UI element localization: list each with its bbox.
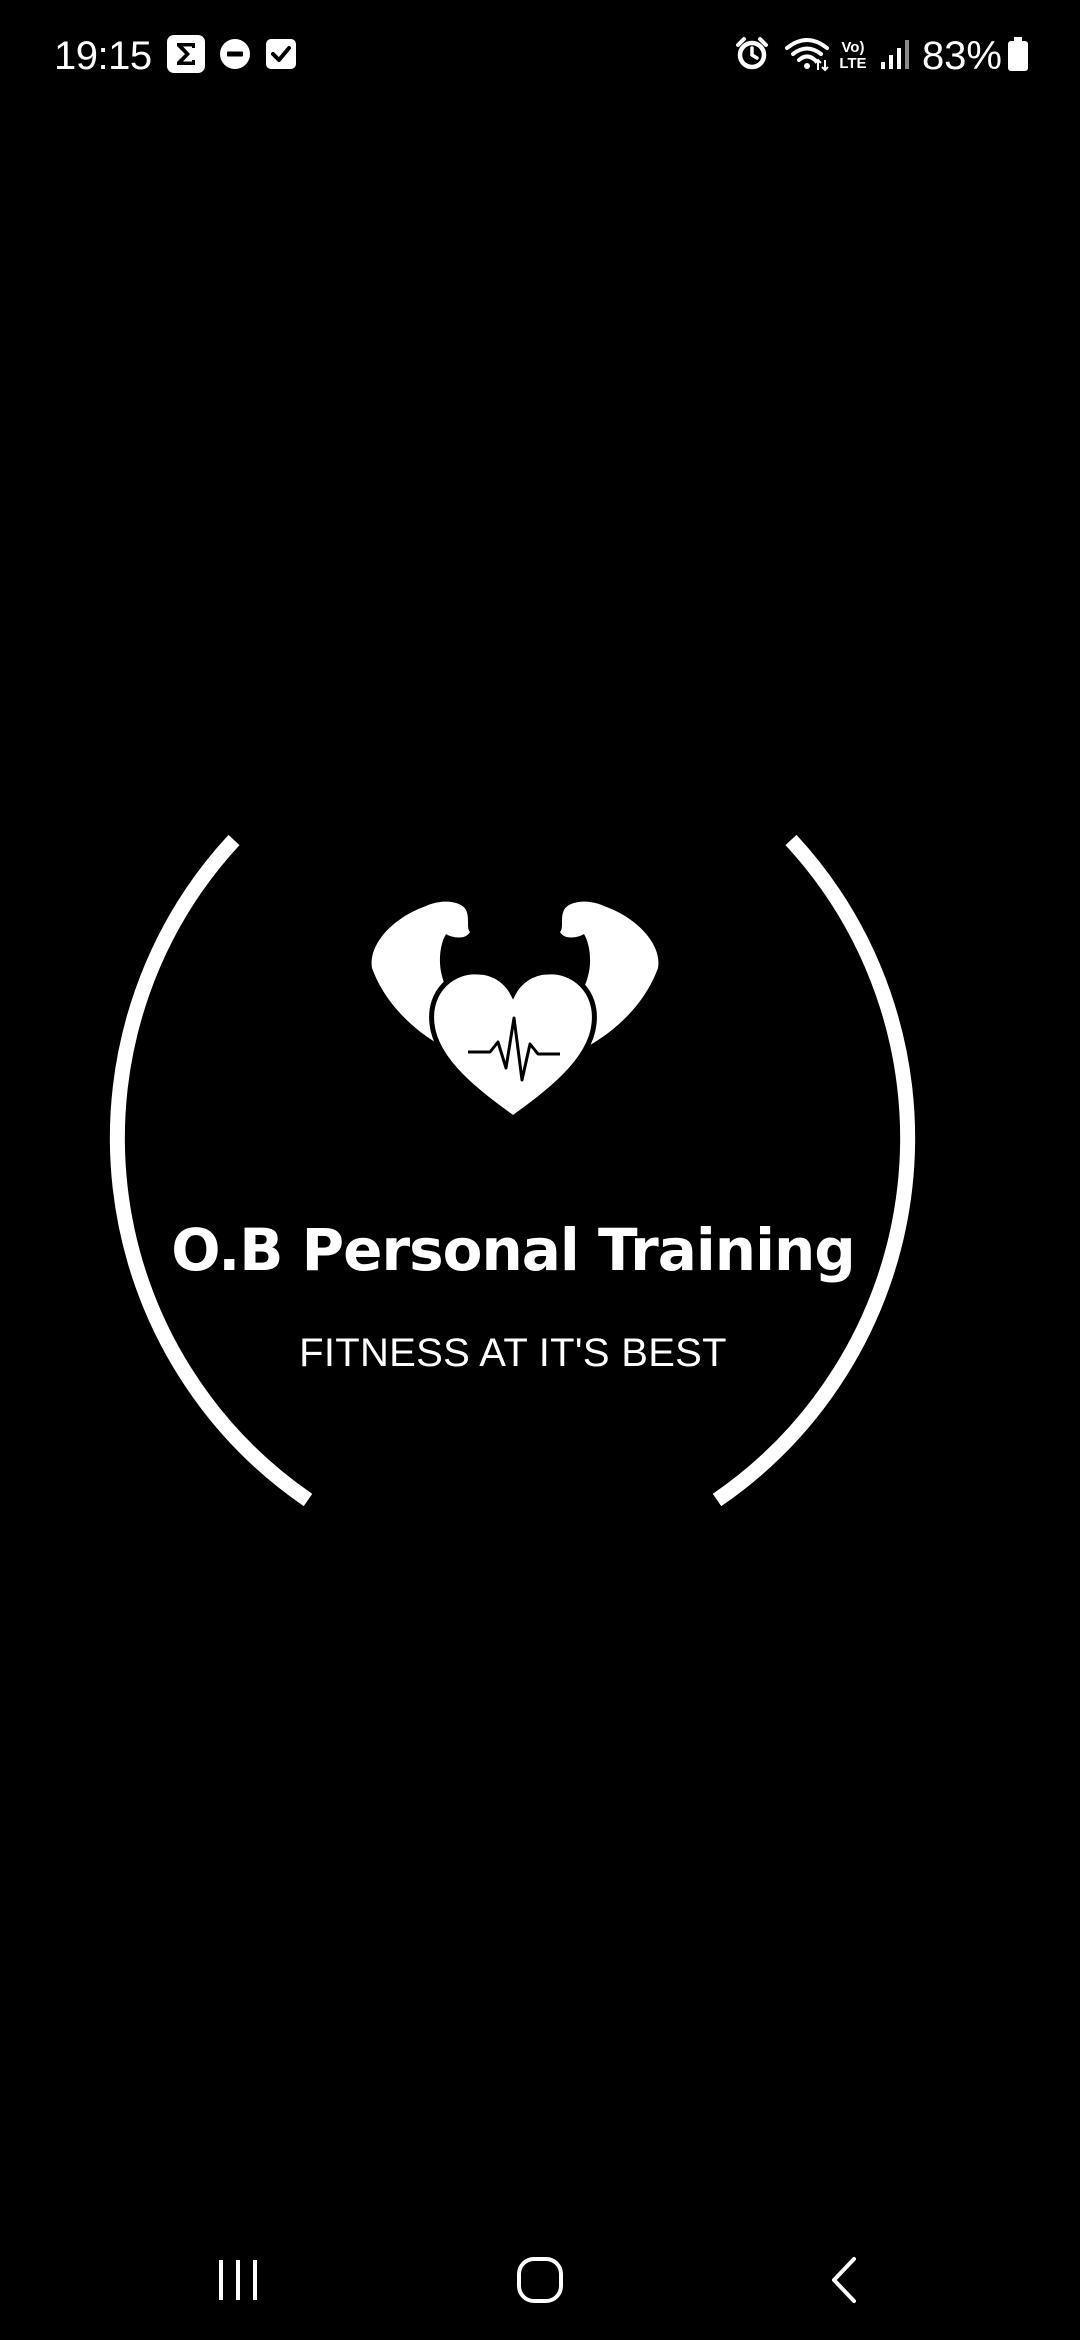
home-button[interactable] xyxy=(490,2240,590,2320)
flexing-heart-icon xyxy=(371,901,659,1122)
brand-name: O.B Personal Training xyxy=(171,1216,856,1284)
navigation-bar xyxy=(0,2220,1080,2330)
recents-button[interactable] xyxy=(188,2240,288,2320)
recents-icon xyxy=(219,2260,257,2300)
ring-right-arc xyxy=(712,834,916,1507)
home-icon xyxy=(517,2257,563,2303)
back-icon xyxy=(832,2257,856,2303)
splash-screen: O.B Personal Training FITNESS AT IT'S BE… xyxy=(0,0,1080,2340)
ring-left-arc xyxy=(109,834,313,1507)
brand-tagline: FITNESS AT IT'S BEST xyxy=(299,1331,727,1375)
logo-ring xyxy=(109,834,916,1507)
back-button[interactable] xyxy=(794,2240,894,2320)
